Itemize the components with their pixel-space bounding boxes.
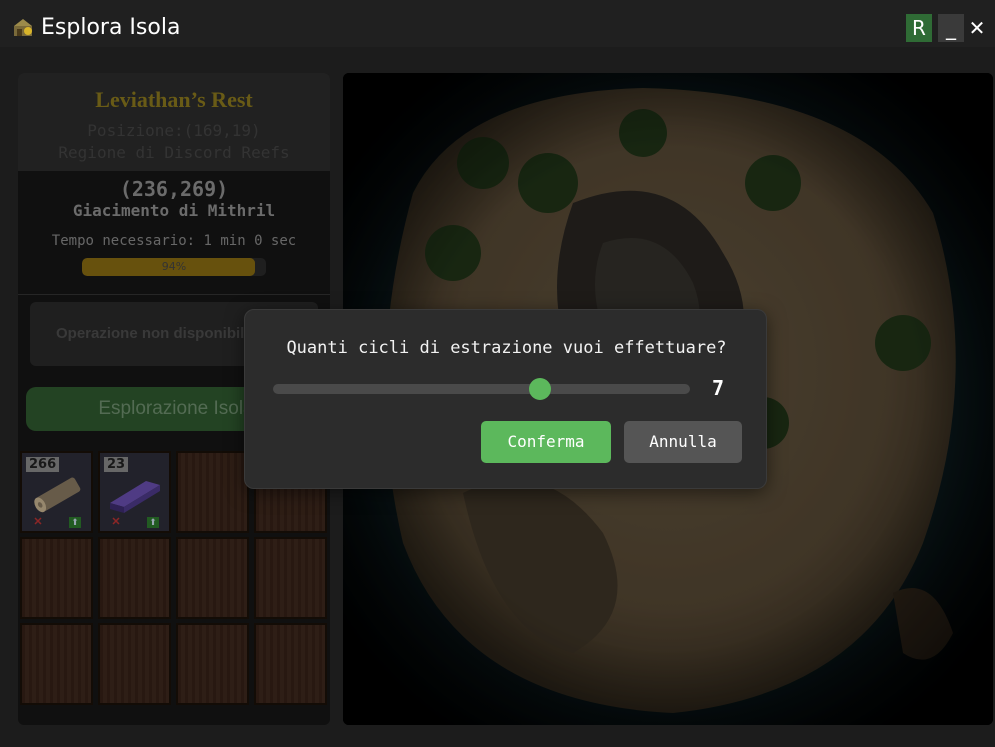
close-button[interactable]: ✕	[963, 14, 991, 42]
dialog-question: Quanti cicli di estrazione vuoi effettua…	[286, 338, 727, 358]
inventory-slot[interactable]	[20, 623, 93, 705]
inventory-slot[interactable]	[254, 537, 327, 619]
location-position: Posizione:(169,19)	[87, 121, 261, 140]
time-required: Tempo necessario: 1 min 0 sec	[51, 233, 297, 249]
log-icon	[34, 477, 81, 513]
inventory-slot[interactable]	[98, 623, 171, 705]
minimize-button[interactable]: _	[938, 14, 964, 42]
inventory-slot[interactable]	[98, 537, 171, 619]
upload-icon[interactable]: ⬆	[69, 517, 81, 528]
treasure-island-icon	[14, 19, 32, 36]
refresh-button[interactable]: R	[906, 14, 932, 42]
location-name: Leviathan’s Rest	[95, 87, 253, 112]
target-coords: (236,269)	[119, 177, 229, 201]
item-quantity: 23	[104, 457, 129, 472]
discard-icon[interactable]: ✕	[110, 517, 122, 528]
upload-icon[interactable]: ⬆	[147, 517, 159, 528]
title-bar: Esplora Isola R _ ✕	[0, 0, 995, 47]
inventory-slot[interactable]: 23 ✕ ⬆	[98, 451, 171, 533]
inventory-slot[interactable]	[176, 451, 249, 533]
confirm-button[interactable]: Conferma	[481, 421, 611, 463]
cancel-button[interactable]: Annulla	[624, 421, 742, 463]
slider-value: 7	[711, 376, 725, 400]
divider	[18, 294, 330, 295]
inventory-slot[interactable]	[254, 623, 327, 705]
target-name: Giacimento di Mithril	[72, 201, 276, 220]
inventory-slot[interactable]	[20, 537, 93, 619]
progress-bar: 94%	[82, 258, 266, 276]
inventory-slot[interactable]: 266 ✕ ⬆	[20, 451, 93, 533]
discard-icon[interactable]: ✕	[32, 517, 44, 528]
item-quantity: 266	[26, 457, 60, 472]
location-header: Leviathan’s Rest Posizione:(169,19) Regi…	[18, 73, 330, 171]
inventory-slot[interactable]	[176, 537, 249, 619]
slider-handle[interactable]	[528, 378, 551, 400]
inventory-slot[interactable]	[176, 623, 249, 705]
progress-label: 94%	[161, 260, 187, 273]
metal-beam-icon	[110, 481, 160, 513]
extraction-cycles-dialog: Quanti cicli di estrazione vuoi effettua…	[244, 309, 767, 489]
window-title: Esplora Isola	[41, 15, 181, 40]
cycles-slider[interactable]	[273, 384, 690, 394]
location-region: Regione di Discord Reefs	[58, 143, 290, 162]
